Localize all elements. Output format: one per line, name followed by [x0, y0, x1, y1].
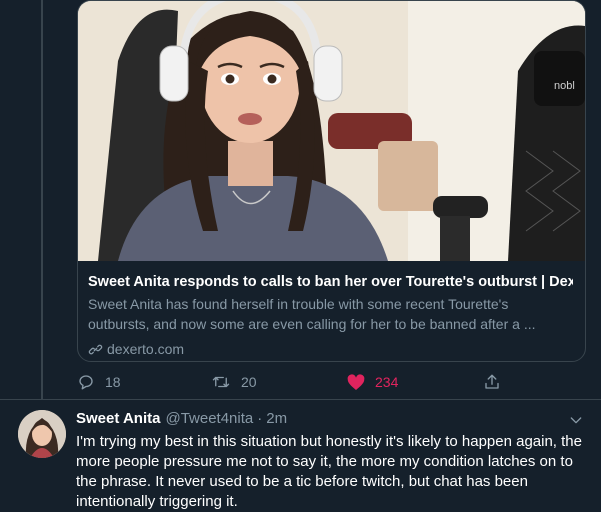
tweet-menu-button[interactable] [568, 412, 584, 433]
retweet-icon [212, 376, 230, 388]
reply-button[interactable]: 18 [77, 373, 121, 391]
chair-brand-text: nobl [554, 80, 575, 92]
avatar-image [18, 410, 66, 458]
link-preview-card[interactable]: nobl Sweet Anita responds to calls to ba… [77, 0, 586, 362]
link-card-description: Sweet Anita has found herself in trouble… [88, 296, 536, 332]
link-icon [88, 344, 103, 354]
reply-icon [79, 375, 93, 390]
tweet-actions-bar: 18 20 234 [77, 372, 507, 392]
link-card-title: Sweet Anita responds to calls to ban her… [88, 274, 573, 290]
heart-filled-icon [347, 373, 365, 390]
tweet-divider [0, 399, 601, 400]
link-card-domain-text: dexerto.com [107, 341, 185, 357]
share-button[interactable] [483, 373, 511, 391]
retweet-count: 20 [241, 374, 257, 390]
author-handle[interactable]: @Tweet4nita [165, 410, 253, 427]
share-icon [485, 374, 499, 389]
header-separator: · [257, 410, 263, 427]
tweet-timestamp[interactable]: 2m [266, 410, 287, 427]
tweet-text: I'm trying my best in this situation but… [76, 433, 582, 510]
avatar[interactable] [18, 410, 66, 458]
link-card-domain: dexerto.com [88, 341, 573, 357]
author-name[interactable]: Sweet Anita [76, 410, 160, 427]
thread-connector-line [41, 0, 43, 400]
reply-count: 18 [105, 374, 121, 390]
link-preview-image: nobl [78, 1, 585, 261]
retweet-button[interactable]: 20 [211, 373, 257, 391]
chevron-down-icon [570, 417, 582, 424]
like-count: 234 [375, 374, 399, 390]
stream-screenshot-image: nobl [78, 1, 585, 261]
like-button[interactable]: 234 [347, 373, 399, 391]
tweet-header: Sweet Anita @Tweet4nita · 2m [76, 410, 287, 427]
